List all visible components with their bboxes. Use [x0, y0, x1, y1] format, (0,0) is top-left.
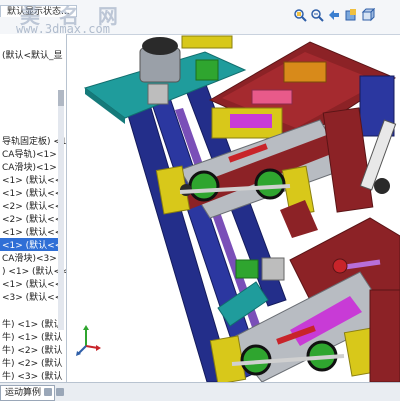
tree-row[interactable]: <1> (默认<<	[2, 225, 62, 238]
tree-row[interactable]: <1> (默认<<	[2, 277, 62, 290]
lower-right-red-panel[interactable]	[369, 289, 400, 382]
tree-row[interactable]: <1> (默认<<	[2, 186, 62, 199]
tree-scrollbar[interactable]	[58, 90, 64, 330]
upper-orange-block[interactable]	[283, 61, 327, 83]
upper-pink-clamp[interactable]	[251, 89, 293, 105]
graphics-viewport[interactable]	[66, 34, 400, 382]
top-bracket-side[interactable]	[195, 59, 219, 81]
tree-row[interactable]: 牛) <1> (默认	[2, 330, 63, 343]
status-icon	[44, 388, 52, 396]
tree-row[interactable]: 牛) <2> (默认	[2, 356, 63, 369]
lower-small-fixture[interactable]	[261, 257, 285, 281]
lower-red-knob[interactable]	[332, 258, 348, 274]
lower-green-block[interactable]	[235, 259, 259, 279]
section-view-icon[interactable]	[344, 8, 358, 22]
coordinate-triad-icon	[76, 325, 101, 356]
zoom-to-fit-icon[interactable]	[293, 8, 307, 22]
top-toolbar: 默认显示状态... 美 名 网 www.3dmax.com	[0, 0, 400, 36]
feature-manager-tree: (默认<默认_显 导轨固定板) <1 CA导轨)<1> ( CA滑块)<1> (…	[0, 34, 67, 382]
tree-row-selected[interactable]: <1> (默认<<	[0, 238, 62, 251]
upper-magenta-plate[interactable]	[230, 114, 272, 128]
zoom-area-icon[interactable]	[310, 8, 324, 22]
upper-mid-pulley[interactable]	[254, 168, 286, 200]
top-bracket[interactable]	[181, 35, 233, 49]
top-cylinder-cap[interactable]	[142, 37, 178, 55]
heads-up-view-toolbar	[293, 8, 375, 22]
tree-row[interactable]: 导轨固定板) <1	[2, 134, 66, 147]
upper-right-roller[interactable]	[374, 178, 390, 194]
tree-scrollbar-thumb[interactable]	[58, 90, 64, 106]
tree-row[interactable]: 牛) <2> (默认	[2, 343, 63, 356]
status-icons	[44, 388, 64, 396]
view-orientation-icon[interactable]	[361, 8, 375, 22]
motion-study-bar: 运动算例 1	[0, 382, 400, 401]
tree-row[interactable]: 牛) <3> (默认	[2, 369, 63, 382]
tree-row[interactable]: CA滑块)<1> (	[2, 160, 63, 173]
tree-row[interactable]: 牛) <1> (默认	[2, 317, 63, 330]
tree-row[interactable]: <1> (默认<<	[2, 173, 62, 186]
top-support[interactable]	[147, 83, 169, 105]
status-icon	[56, 388, 64, 396]
tree-row[interactable]: <2> (默认<<	[2, 212, 62, 225]
tree-row[interactable]: <2> (默认<<	[2, 199, 62, 212]
tree-row[interactable]: CA滑块)<3> (	[2, 251, 63, 264]
upper-left-pulley[interactable]	[188, 170, 220, 202]
previous-view-icon[interactable]	[327, 8, 341, 22]
tree-row-root[interactable]: (默认<默认_显	[2, 48, 63, 61]
tree-row[interactable]: <3> (默认<<	[2, 290, 62, 303]
tree-row[interactable]: CA导轨)<1> (	[2, 147, 63, 160]
